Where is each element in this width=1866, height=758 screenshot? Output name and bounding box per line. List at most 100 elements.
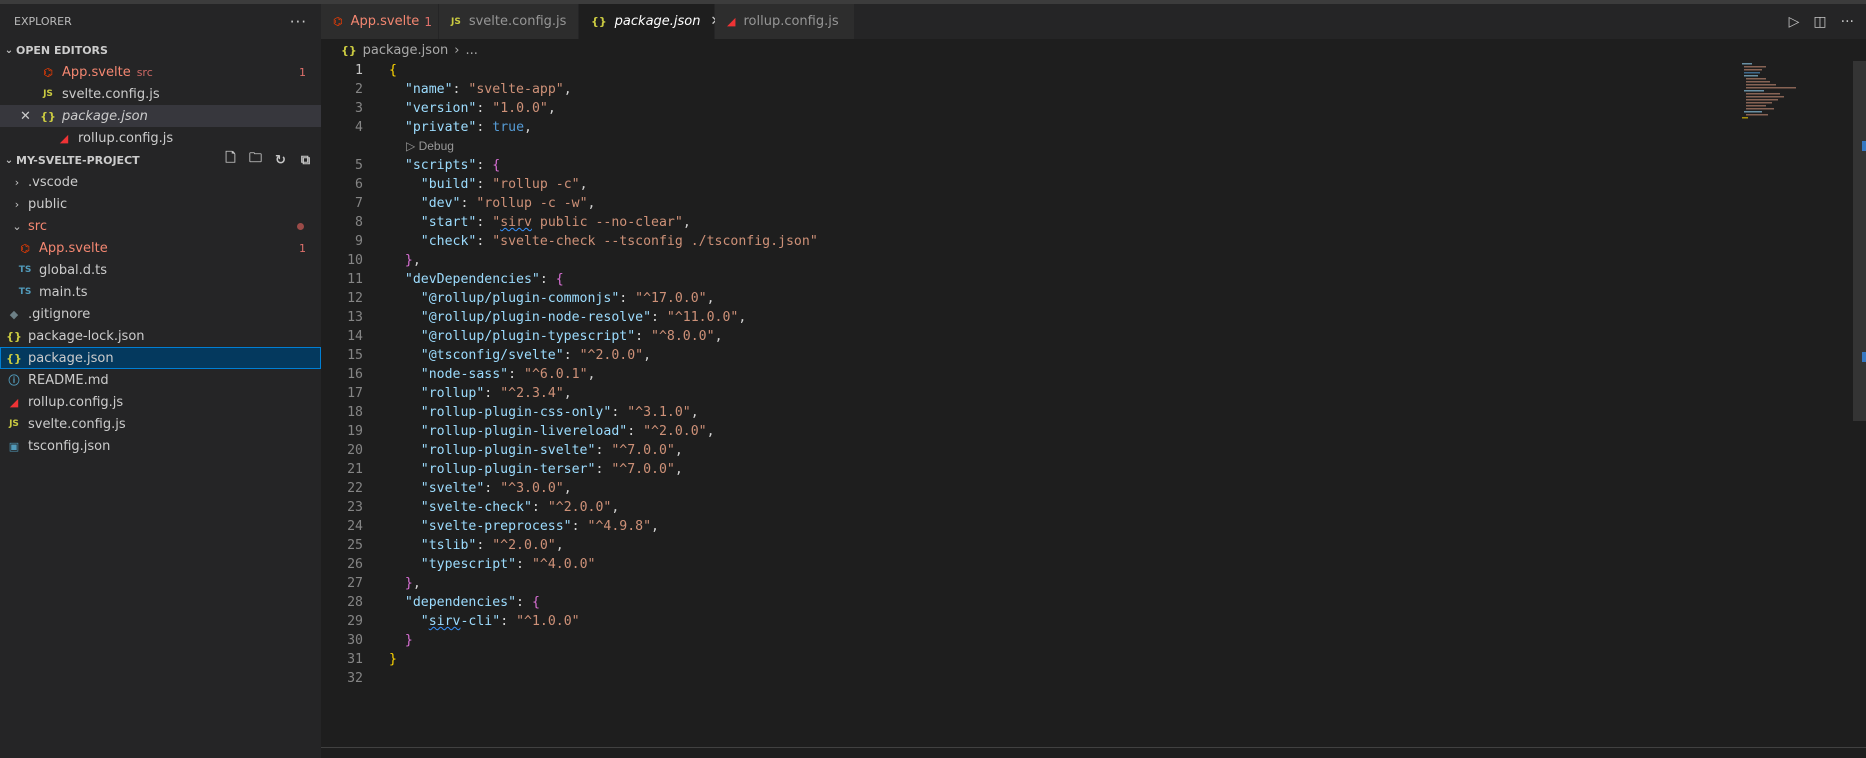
tab-rollup-config[interactable]: ◢ rollup.config.js	[715, 4, 855, 39]
code-line: 19 "rollup-plugin-livereload": "^2.0.0",	[321, 422, 1866, 441]
json-key: "typescript"	[420, 557, 517, 572]
json-value: "^17.0.0"	[635, 291, 707, 306]
open-editor-app-svelte[interactable]: ⌬ App.svelte src 1	[0, 61, 321, 83]
problem-count-badge: 1	[299, 65, 306, 79]
project-actions: 🗋 🗀 ↻ ⧉	[221, 151, 315, 169]
code-line: 9 "check": "svelte-check --tsconfig ./ts…	[321, 232, 1866, 251]
json-value: "^2.0.0"	[643, 424, 707, 439]
line-number: 21	[347, 462, 363, 477]
json-value: "^8.0.0"	[651, 329, 715, 344]
json-key: "start"	[420, 215, 477, 230]
code-line: 7 "dev": "rollup -c -w",	[321, 194, 1866, 213]
tree-file-readme[interactable]: ⓘ README.md	[0, 369, 321, 391]
open-editor-label: App.svelte	[62, 64, 131, 80]
modified-dot-icon	[297, 222, 304, 230]
more-actions-icon[interactable]: ···	[1841, 14, 1854, 30]
tree-file-svelte-config[interactable]: JS svelte.config.js	[0, 413, 321, 435]
code-line: 31}	[321, 650, 1866, 669]
line-number: 24	[347, 519, 363, 534]
open-editor-package-json[interactable]: ✕ {} package.json	[0, 105, 321, 127]
tree-file-rollup-config[interactable]: ◢ rollup.config.js	[0, 391, 321, 413]
collapse-all-icon[interactable]: ⧉	[296, 151, 315, 169]
code-line: 4 "private": true,	[321, 118, 1866, 137]
rollup-icon: ◢	[59, 131, 69, 145]
breadcrumb-more[interactable]: ...	[465, 43, 477, 58]
open-editors-header[interactable]: ⌄ OPEN EDITORS	[0, 39, 321, 61]
line-number: 4	[355, 120, 363, 135]
tab-label: rollup.config.js	[743, 14, 839, 29]
tsconfig-icon: ▣	[8, 439, 20, 453]
line-number: 30	[347, 633, 363, 648]
split-editor-icon[interactable]: ◫	[1813, 14, 1826, 30]
json-value: "^3.1.0"	[627, 405, 691, 420]
new-folder-icon[interactable]: 🗀	[246, 151, 265, 169]
line-number: 25	[347, 538, 363, 553]
ts-icon: TS	[18, 287, 32, 297]
tree-file-gitignore[interactable]: ◆ .gitignore	[0, 303, 321, 325]
tab-svelte-config[interactable]: JS svelte.config.js	[439, 4, 579, 39]
code-line: 10 },	[321, 251, 1866, 270]
tree-file-tsconfig[interactable]: ▣ tsconfig.json	[0, 435, 321, 457]
new-file-icon[interactable]: 🗋	[221, 151, 240, 169]
breadcrumb-separator: ›	[454, 42, 460, 58]
run-icon[interactable]: ▷	[1789, 14, 1800, 30]
json-key: "rollup-plugin-livereload"	[420, 424, 628, 439]
tree-file-app-svelte[interactable]: ⌬ App.svelte 1	[0, 237, 321, 259]
code-line: 30 }	[321, 631, 1866, 650]
codelens-debug[interactable]: ▷ Debug	[321, 137, 1866, 156]
scrollbar-marker	[1862, 352, 1866, 362]
tree-folder-public[interactable]: › public	[0, 193, 321, 215]
minimap[interactable]	[1740, 61, 1850, 121]
json-value: "1.0.0"	[492, 101, 548, 116]
problem-count-badge: 1	[299, 241, 306, 255]
json-key: "tslib"	[420, 538, 477, 553]
code-line: 2 "name": "svelte-app",	[321, 80, 1866, 99]
line-number: 19	[347, 424, 363, 439]
line-number: 13	[347, 310, 363, 325]
json-key: "rollup-plugin-terser"	[420, 462, 596, 477]
json-value: public --no-clear"	[531, 215, 683, 230]
project-title: MY-SVELTE-PROJECT	[16, 153, 140, 167]
tree-folder-vscode[interactable]: › .vscode	[0, 171, 321, 193]
tree-file-global-d-ts[interactable]: TS global.d.ts	[0, 259, 321, 281]
more-actions-icon[interactable]: ···	[290, 13, 307, 31]
line-number: 23	[347, 500, 363, 515]
tree-label: .vscode	[28, 174, 78, 190]
refresh-icon[interactable]: ↻	[271, 151, 290, 169]
json-icon: {}	[6, 351, 22, 365]
line-number: 6	[355, 177, 363, 192]
breadcrumb-file[interactable]: package.json	[363, 43, 449, 58]
code-line: 15 "@tsconfig/svelte": "^2.0.0",	[321, 346, 1866, 365]
chevron-right-icon: ›	[14, 175, 20, 189]
tree-file-package-json[interactable]: {} package.json	[0, 347, 321, 369]
tree-file-package-lock-json[interactable]: {} package-lock.json	[0, 325, 321, 347]
debug-codelens-label[interactable]: ▷ Debug	[406, 137, 454, 156]
spelling-squiggle: sirv	[428, 614, 461, 629]
json-key: "check"	[420, 234, 477, 249]
tab-app-svelte[interactable]: ⌬ App.svelte 1	[321, 4, 439, 39]
json-value: "^1.0.0"	[516, 614, 580, 629]
code-line: 17 "rollup": "^2.3.4",	[321, 384, 1866, 403]
line-number: 2	[355, 82, 363, 97]
line-number: 11	[347, 272, 363, 287]
json-key: "svelte-preprocess"	[420, 519, 572, 534]
open-editor-svelte-config[interactable]: JS svelte.config.js	[0, 83, 321, 105]
line-number: 12	[347, 291, 363, 306]
tab-label: package.json	[614, 14, 701, 29]
code-editor[interactable]: 1{ 2 "name": "svelte-app", 3 "version": …	[321, 61, 1866, 747]
tree-file-main-ts[interactable]: TS main.ts	[0, 281, 321, 303]
svelte-icon: ⌬	[333, 15, 343, 28]
open-editor-label: rollup.config.js	[78, 130, 174, 146]
json-key: "build"	[420, 177, 477, 192]
open-editor-rollup-config[interactable]: ◢ rollup.config.js	[0, 127, 321, 149]
json-key: "node-sass"	[420, 367, 509, 382]
json-value: "^4.0.0"	[531, 557, 596, 572]
tree-folder-src[interactable]: ⌄ src	[0, 215, 321, 237]
close-icon[interactable]: ✕	[20, 109, 31, 124]
vertical-scrollbar[interactable]	[1853, 61, 1866, 421]
json-value: "^11.0.0"	[666, 310, 739, 325]
code-line: 1{	[321, 61, 1866, 80]
project-header[interactable]: ⌄ MY-SVELTE-PROJECT 🗋 🗀 ↻ ⧉	[0, 149, 321, 171]
tab-package-json[interactable]: {} package.json ✕	[579, 4, 721, 39]
line-number: 27	[347, 576, 363, 591]
